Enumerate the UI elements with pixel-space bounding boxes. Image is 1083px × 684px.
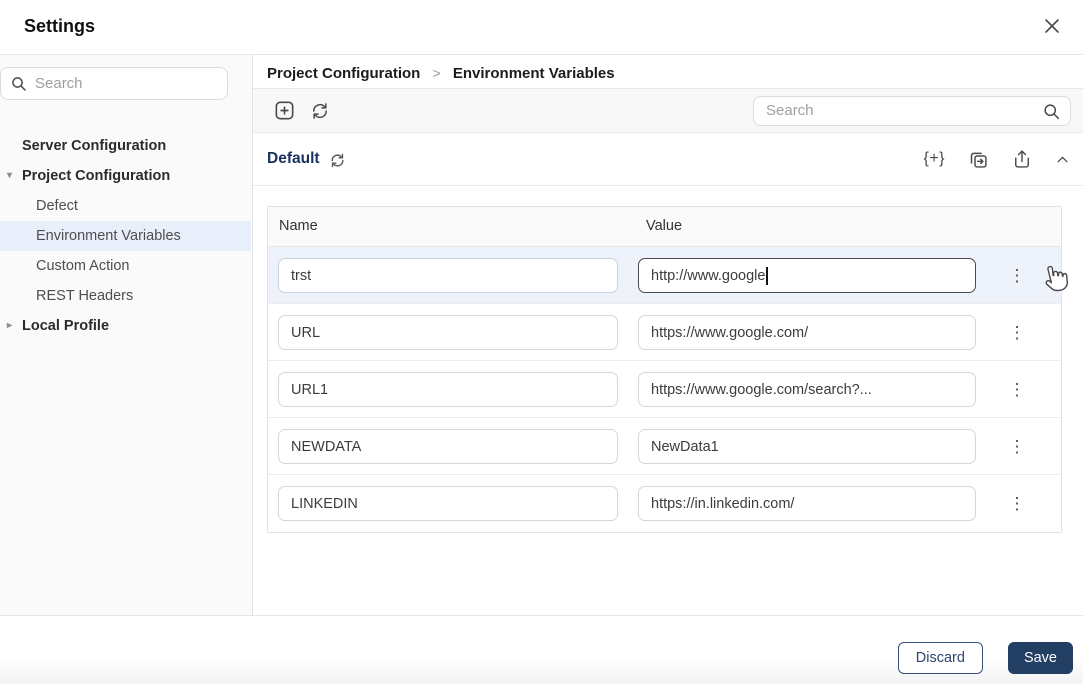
variable-value-field[interactable]: https://www.google.com/search?... <box>638 372 976 407</box>
dialog-header: Settings <box>0 0 1083 55</box>
variable-value-field-text: https://in.linkedin.com/ <box>651 496 794 512</box>
table-search[interactable] <box>753 96 1071 126</box>
row-menu-kebab-icon[interactable]: ⋮ <box>1008 378 1026 402</box>
sidebar-item-local-profile[interactable]: ▸ Local Profile <box>0 311 251 341</box>
table-header: Name Value <box>268 207 1061 247</box>
dialog-footer: Discard Save <box>0 615 1083 684</box>
table-row: URL1 https://www.google.com/search?... ⋮ <box>268 361 1061 418</box>
section-refresh-button[interactable] <box>329 152 346 169</box>
braces-plus-icon: {+} <box>923 150 945 168</box>
sidebar-item-environment-variables[interactable]: Environment Variables <box>0 221 251 251</box>
default-section-header: Default {+} <box>253 133 1083 186</box>
table-search-input[interactable] <box>754 102 1070 119</box>
table-row: NEWDATA NewData1 ⋮ <box>268 418 1061 475</box>
chevron-up-icon <box>1055 152 1070 167</box>
breadcrumb-separator-icon: > <box>433 65 441 81</box>
breadcrumb: Project Configuration > Environment Vari… <box>253 55 1083 88</box>
variable-name-field[interactable]: LINKEDIN <box>278 486 618 521</box>
variable-name-field-text: URL <box>291 325 320 341</box>
refresh-button[interactable] <box>310 101 330 121</box>
row-menu-kebab-icon[interactable]: ⋮ <box>1008 435 1026 459</box>
table-row: trst http://www.google ⋮ <box>268 247 1061 304</box>
refresh-icon <box>310 101 330 121</box>
close-icon[interactable] <box>1043 15 1065 37</box>
collapse-section-button[interactable] <box>1055 152 1070 167</box>
variable-value-field[interactable]: http://www.google <box>638 258 976 293</box>
search-icon <box>1043 103 1060 120</box>
variable-value-field[interactable]: https://www.google.com/ <box>638 315 976 350</box>
add-variable-button[interactable] <box>273 99 296 122</box>
sidebar-item-label: REST Headers <box>36 288 133 304</box>
save-button[interactable]: Save <box>1008 642 1073 674</box>
main-panel: Project Configuration > Environment Vari… <box>253 55 1083 615</box>
sidebar-item-label: Environment Variables <box>36 228 181 244</box>
variable-name-field-text: LINKEDIN <box>291 496 358 512</box>
table-row: LINKEDIN https://in.linkedin.com/ ⋮ <box>268 475 1061 532</box>
sidebar-search-input[interactable] <box>35 75 217 92</box>
row-menu-kebab-icon[interactable]: ⋮ <box>1008 492 1026 516</box>
breadcrumb-parent[interactable]: Project Configuration <box>267 65 420 82</box>
dialog-title: Settings <box>24 16 95 37</box>
text-caret <box>766 267 768 285</box>
variable-name-field-text: NEWDATA <box>291 439 361 455</box>
sidebar-item-label: Project Configuration <box>22 168 170 184</box>
row-menu-kebab-icon[interactable]: ⋮ <box>1008 321 1026 345</box>
dialog-body: Server Configuration ▾ Project Configurati… <box>0 55 1083 615</box>
sidebar-item-label: Defect <box>36 198 78 214</box>
variable-value-field-text: http://www.google <box>651 268 765 284</box>
variable-name-field-text: URL1 <box>291 382 328 398</box>
sidebar-item-rest-headers[interactable]: REST Headers <box>0 281 251 311</box>
row-menu-kebab-icon[interactable]: ⋮ <box>1008 264 1026 288</box>
variable-name-field-text: trst <box>291 268 311 284</box>
variable-name-field[interactable]: URL <box>278 315 618 350</box>
column-header-name: Name <box>279 218 318 234</box>
breadcrumb-current: Environment Variables <box>453 65 615 82</box>
search-icon <box>11 76 27 92</box>
toolbar <box>253 88 1083 133</box>
sidebar-nav: Server Configuration ▾ Project Configurati… <box>0 131 251 341</box>
variable-value-field[interactable]: https://in.linkedin.com/ <box>638 486 976 521</box>
sidebar-item-label: Local Profile <box>22 318 109 334</box>
table-row: URL https://www.google.com/ ⋮ <box>268 304 1061 361</box>
variable-name-field[interactable]: URL1 <box>278 372 618 407</box>
upload-icon <box>1012 149 1032 169</box>
chevron-right-icon[interactable]: ▸ <box>7 311 12 341</box>
sidebar: Server Configuration ▾ Project Configurati… <box>0 55 253 615</box>
variable-value-field[interactable]: NewData1 <box>638 429 976 464</box>
variable-name-field[interactable]: trst <box>278 258 618 293</box>
insert-variable-button[interactable]: {+} <box>923 150 945 168</box>
env-variables-table: Name Value trst http://www.google ⋮ URL http… <box>267 206 1062 533</box>
refresh-icon <box>329 152 346 169</box>
env-table-body: trst http://www.google ⋮ URL https://www.goo… <box>268 247 1061 532</box>
export-button[interactable] <box>1012 149 1032 169</box>
copy-arrow-icon <box>968 149 989 170</box>
discard-button[interactable]: Discard <box>898 642 983 674</box>
sidebar-item-label: Server Configuration <box>22 138 166 154</box>
sidebar-item-defect[interactable]: Defect <box>0 191 251 221</box>
plus-square-icon <box>273 99 296 122</box>
duplicate-button[interactable] <box>968 149 989 170</box>
sidebar-item-project-configuration[interactable]: ▾ Project Configuration <box>0 161 251 191</box>
column-header-value: Value <box>646 218 682 234</box>
sidebar-item-custom-action[interactable]: Custom Action <box>0 251 251 281</box>
variable-value-field-text: https://www.google.com/search?... <box>651 382 872 398</box>
variable-value-field-text: https://www.google.com/ <box>651 325 808 341</box>
section-title: Default <box>267 150 320 168</box>
sidebar-item-label: Custom Action <box>36 258 130 274</box>
sidebar-search[interactable] <box>0 67 228 100</box>
variable-value-field-text: NewData1 <box>651 439 719 455</box>
variable-name-field[interactable]: NEWDATA <box>278 429 618 464</box>
chevron-down-icon[interactable]: ▾ <box>7 161 12 191</box>
sidebar-item-server-configuration[interactable]: Server Configuration <box>0 131 251 161</box>
